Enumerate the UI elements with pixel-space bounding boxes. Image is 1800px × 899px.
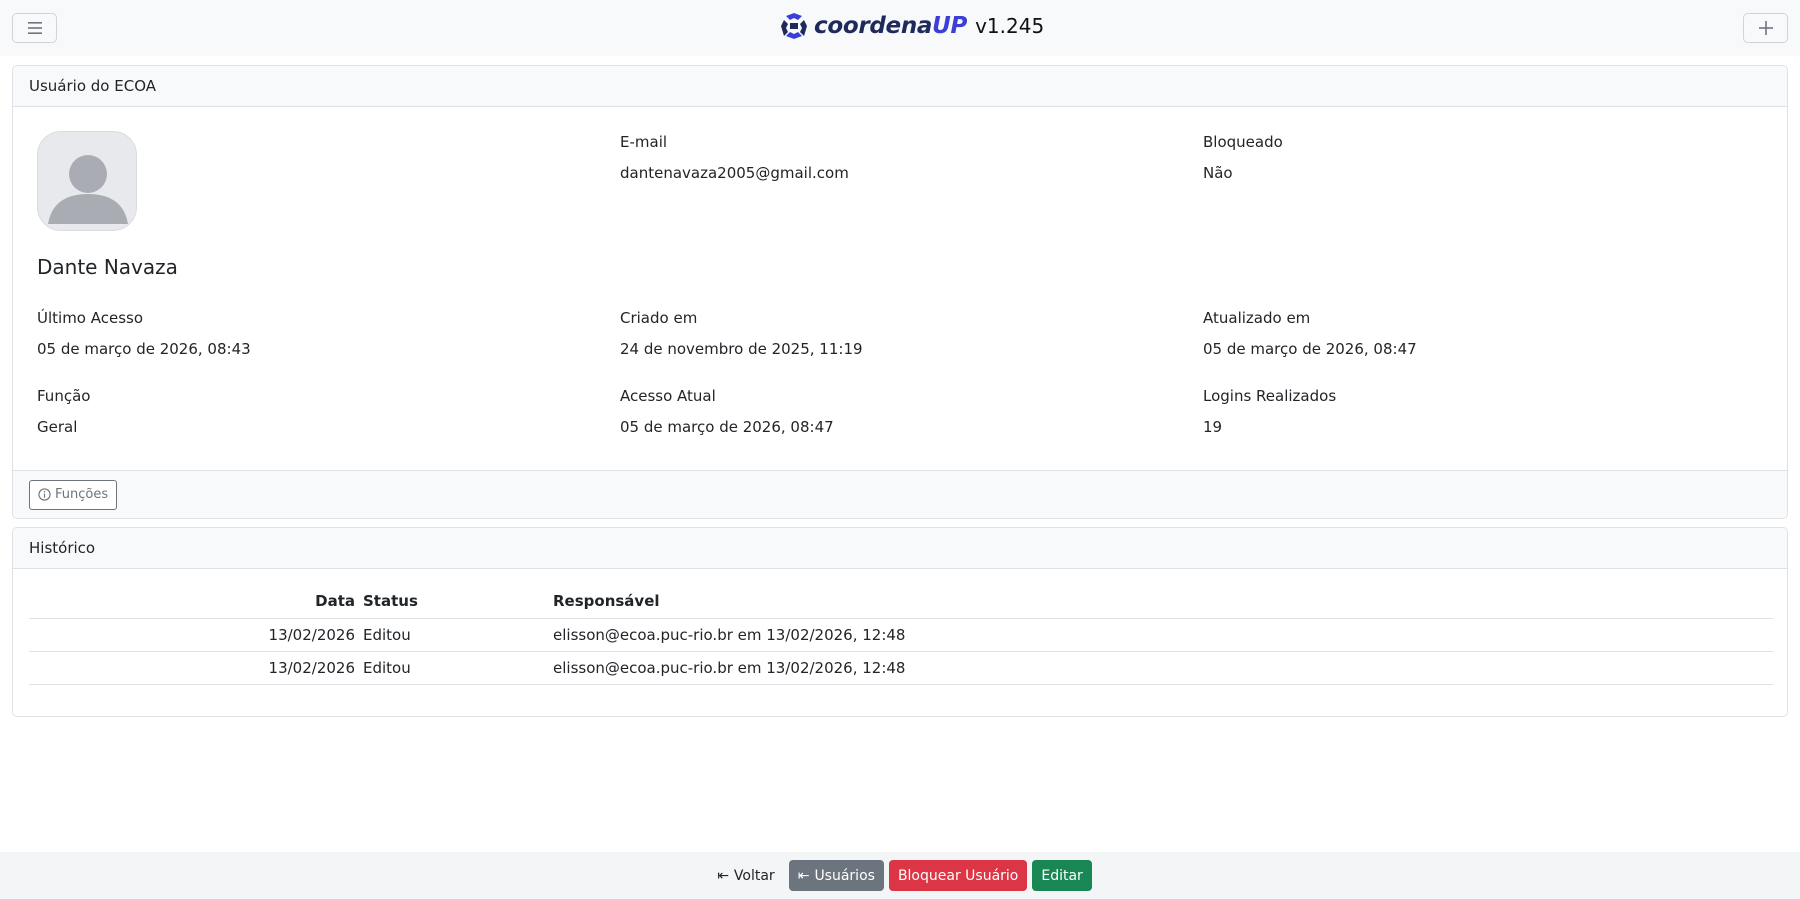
- field-value: dantenavaza2005@gmail.com: [620, 164, 849, 182]
- history-card: Histórico Data Status Responsável 13/02/…: [12, 527, 1788, 717]
- field-label: Bloqueado: [1203, 133, 1283, 151]
- field-role: Função Geral: [37, 385, 90, 438]
- field-value: 05 de março de 2026, 08:47: [620, 418, 834, 436]
- user-card-footer: Funções: [13, 470, 1787, 518]
- add-button[interactable]: [1743, 13, 1788, 43]
- field-label: Logins Realizados: [1203, 387, 1337, 405]
- cell-date: 13/02/2026: [29, 651, 359, 685]
- users-button[interactable]: ⇤ Usuários: [788, 860, 884, 891]
- brand-logo-icon: [781, 13, 807, 39]
- field-value: 19: [1203, 418, 1223, 436]
- history-card-body: Data Status Responsável 13/02/2026 Edito…: [13, 569, 1787, 716]
- cell-responsible: elisson@ecoa.puc-rio.br em 13/02/2026, 1…: [549, 651, 1773, 685]
- field-label: Último Acesso: [37, 309, 144, 327]
- block-user-button[interactable]: Bloquear Usuário: [888, 860, 1028, 891]
- plus-icon: [1758, 21, 1773, 35]
- back-button[interactable]: ⇤ Voltar: [708, 860, 784, 891]
- info-icon: [38, 488, 51, 501]
- column-header-status: Status: [359, 585, 549, 619]
- action-bar: ⇤ Voltar ⇤ Usuários Bloquear Usuário Edi…: [0, 852, 1800, 899]
- back-arrow-icon: ⇤: [717, 867, 729, 884]
- field-label: Acesso Atual: [620, 387, 716, 405]
- field-label: Atualizado em: [1203, 309, 1311, 327]
- back-arrow-icon: ⇤: [797, 867, 810, 884]
- cell-status: Editou: [359, 651, 549, 685]
- cell-status: Editou: [359, 618, 549, 652]
- column-header-date: Data: [29, 585, 359, 619]
- field-updated: Atualizado em 05 de março de 2026, 08:47: [1203, 307, 1417, 360]
- user-card-body: Dante Navaza E-mail dantenavaza2005@gmai…: [13, 107, 1787, 470]
- avatar: [37, 131, 137, 231]
- cell-responsible: elisson@ecoa.puc-rio.br em 13/02/2026, 1…: [549, 618, 1773, 652]
- edit-button[interactable]: Editar: [1032, 860, 1092, 891]
- table-row: 13/02/2026 Editou elisson@ecoa.puc-rio.b…: [29, 618, 1773, 652]
- field-current-access: Acesso Atual 05 de março de 2026, 08:47: [620, 385, 834, 438]
- app-version: v1.245: [975, 14, 1045, 38]
- field-value: 24 de novembro de 2025, 11:19: [620, 340, 863, 358]
- field-value: Geral: [37, 418, 78, 436]
- user-avatar-icon: [48, 155, 128, 224]
- functions-button[interactable]: Funções: [29, 479, 118, 510]
- top-navbar: coordenaUP v1.245: [0, 0, 1800, 56]
- field-value: 05 de março de 2026, 08:43: [37, 340, 251, 358]
- user-name: Dante Navaza: [37, 255, 178, 279]
- users-button-label: Usuários: [814, 867, 875, 884]
- brand-name: coordenaUP: [814, 13, 968, 39]
- field-label: Função: [37, 387, 91, 405]
- table-row: 13/02/2026 Editou elisson@ecoa.puc-rio.b…: [29, 651, 1773, 685]
- history-table: Data Status Responsável 13/02/2026 Edito…: [29, 585, 1773, 685]
- cell-date: 13/02/2026: [29, 618, 359, 652]
- field-value: Não: [1203, 164, 1233, 182]
- history-card-header: Histórico: [13, 528, 1787, 569]
- menu-button[interactable]: [12, 13, 57, 43]
- menu-icon: [27, 22, 42, 34]
- user-card: Usuário do ECOA Dante Navaza E-mail dant…: [12, 65, 1788, 519]
- field-label: E-mail: [620, 133, 668, 151]
- field-blocked: Bloqueado Não: [1203, 131, 1283, 184]
- field-created: Criado em 24 de novembro de 2025, 11:19: [620, 307, 863, 360]
- table-header-row: Data Status Responsável: [29, 585, 1773, 619]
- field-value: 05 de março de 2026, 08:47: [1203, 340, 1417, 358]
- column-header-responsible: Responsável: [549, 585, 1773, 619]
- field-label: Criado em: [620, 309, 698, 327]
- functions-button-label: Funções: [55, 487, 109, 502]
- field-email: E-mail dantenavaza2005@gmail.com: [620, 131, 849, 184]
- back-button-label: Voltar: [733, 867, 775, 884]
- brand[interactable]: coordenaUP v1.245: [780, 8, 1044, 44]
- field-last-access: Último Acesso 05 de março de 2026, 08:43: [37, 307, 251, 360]
- user-card-header: Usuário do ECOA: [13, 66, 1787, 107]
- field-logins: Logins Realizados 19: [1203, 385, 1336, 438]
